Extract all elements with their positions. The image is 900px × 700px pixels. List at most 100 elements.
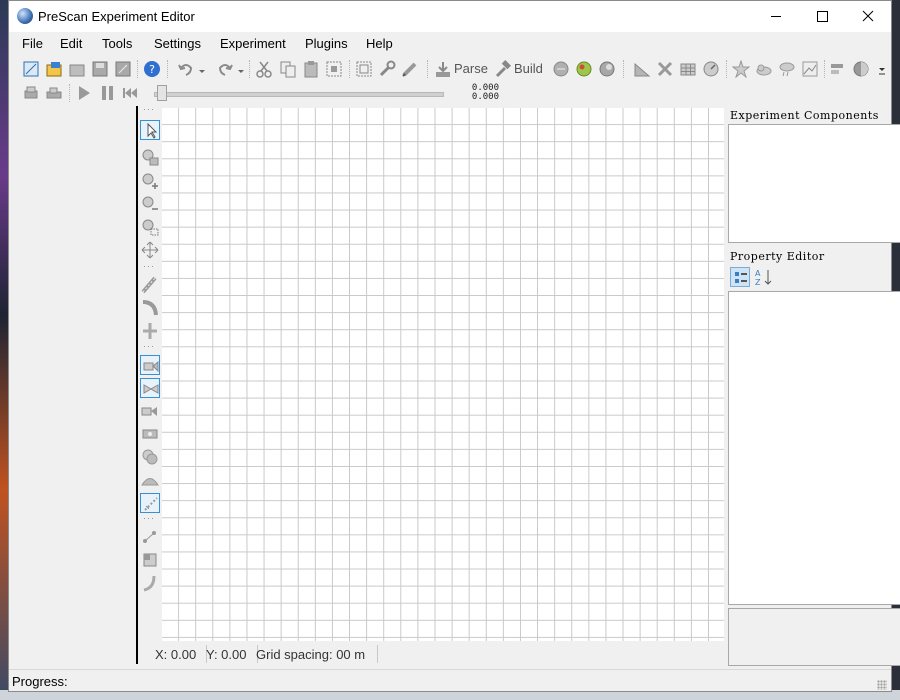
- canvas-status-bar: X: 0.00 Y: 0.00 Grid spacing: 00 m: [155, 643, 723, 665]
- toolbar-separator: [349, 60, 351, 78]
- y-coordinate: Y: 0.00: [206, 647, 247, 662]
- play-icon[interactable]: [75, 84, 93, 102]
- pause-icon[interactable]: [98, 84, 116, 102]
- viewer-icon[interactable]: [598, 60, 616, 78]
- terrain-icon[interactable]: [801, 60, 819, 78]
- grid-select-icon[interactable]: [355, 60, 373, 78]
- open-experiment-icon[interactable]: [45, 60, 63, 78]
- zoom-window-icon[interactable]: [140, 217, 160, 237]
- menu-settings[interactable]: Settings: [154, 36, 201, 51]
- grid-spacing: Grid spacing: 00 m: [256, 647, 366, 662]
- window-title: PreScan Experiment Editor: [38, 9, 195, 24]
- lidar-sensor-icon[interactable]: [140, 401, 160, 421]
- property-editor-title: Property Editor: [730, 250, 825, 263]
- object-sphere-icon[interactable]: [140, 447, 160, 467]
- save-as-icon[interactable]: [114, 60, 132, 78]
- property-description-box: [728, 608, 900, 666]
- weather-icon[interactable]: [755, 60, 773, 78]
- zoom-extents-icon[interactable]: [140, 147, 160, 167]
- trajectory-icon[interactable]: [140, 493, 160, 513]
- categorized-view-icon[interactable]: [730, 267, 750, 287]
- open-recent-icon[interactable]: [68, 60, 86, 78]
- align-icon[interactable]: [829, 60, 847, 78]
- run-simulation-icon[interactable]: [575, 60, 593, 78]
- title-bar: PreScan Experiment Editor: [9, 1, 891, 32]
- rain-icon[interactable]: [778, 60, 796, 78]
- toolbar-separator: [137, 60, 139, 78]
- ultrasonic-sensor-icon[interactable]: [140, 424, 160, 444]
- road-tool-icon[interactable]: [656, 60, 674, 78]
- tool-group-handle[interactable]: ···: [143, 341, 155, 351]
- timeline-slider-thumb[interactable]: [157, 85, 167, 101]
- cut-icon[interactable]: [255, 60, 273, 78]
- timeline-toolbar: [9, 81, 891, 105]
- zoom-out-icon[interactable]: [140, 194, 160, 214]
- menu-edit[interactable]: Edit: [60, 36, 82, 51]
- menu-help[interactable]: Help: [366, 36, 393, 51]
- build-label[interactable]: Build: [514, 61, 543, 76]
- experiment-components-tree[interactable]: [728, 124, 900, 243]
- toolbar-overflow-icon[interactable]: [877, 60, 887, 78]
- tool-group-handle[interactable]: ···: [143, 261, 155, 271]
- toolbar-separator: [623, 60, 625, 78]
- sphere-icon[interactable]: [852, 60, 870, 78]
- svg-text:A: A: [755, 269, 761, 278]
- parse-label[interactable]: Parse: [454, 61, 488, 76]
- property-grid[interactable]: [728, 291, 900, 605]
- tool-group-handle[interactable]: ···: [143, 513, 155, 523]
- pan-icon[interactable]: [140, 240, 160, 260]
- resize-grip-icon[interactable]: [877, 680, 887, 690]
- curved-path-icon[interactable]: [140, 573, 160, 593]
- timeline-slider-track[interactable]: [154, 92, 444, 97]
- car-front-icon[interactable]: [22, 84, 40, 102]
- menu-tools[interactable]: Tools: [102, 36, 132, 51]
- new-experiment-icon[interactable]: [22, 60, 40, 78]
- road-straight-icon[interactable]: [140, 275, 160, 295]
- menu-plugins[interactable]: Plugins: [305, 36, 348, 51]
- maximize-button[interactable]: [799, 1, 845, 32]
- road-curve-icon[interactable]: [140, 298, 160, 318]
- build-hammer-icon[interactable]: [493, 60, 511, 78]
- minimize-button[interactable]: [753, 1, 799, 32]
- select-all-icon[interactable]: [325, 60, 343, 78]
- undo-icon[interactable]: [177, 60, 195, 78]
- toolbar-separator: [249, 60, 251, 78]
- parse-icon[interactable]: [434, 60, 452, 78]
- zoom-in-icon[interactable]: [140, 171, 160, 191]
- gauge-icon[interactable]: [702, 60, 720, 78]
- radar-sensor-icon[interactable]: [140, 378, 160, 398]
- menu-file[interactable]: File: [22, 36, 43, 51]
- panel-divider[interactable]: [136, 106, 138, 664]
- progress-label: Progress:: [12, 674, 68, 689]
- copy-icon[interactable]: [279, 60, 297, 78]
- star-icon[interactable]: [732, 60, 750, 78]
- help-icon[interactable]: ?: [143, 60, 161, 78]
- road-junction-icon[interactable]: [140, 321, 160, 341]
- close-button[interactable]: [845, 1, 891, 32]
- redo-icon[interactable]: [216, 60, 234, 78]
- save-icon[interactable]: [91, 60, 109, 78]
- building-icon[interactable]: [140, 550, 160, 570]
- alphabetical-sort-icon[interactable]: AZ: [754, 267, 774, 287]
- tool-group-handle[interactable]: ···: [143, 104, 155, 114]
- main-toolbar: ? Parse Build: [9, 57, 891, 81]
- menu-experiment[interactable]: Experiment: [220, 36, 286, 51]
- path-node-icon[interactable]: [140, 527, 160, 547]
- regenerate-icon[interactable]: [552, 60, 570, 78]
- redo-dropdown-icon[interactable]: [237, 60, 245, 78]
- select-pointer-icon[interactable]: [140, 120, 160, 140]
- undo-dropdown-icon[interactable]: [198, 60, 206, 78]
- table-icon[interactable]: [679, 60, 697, 78]
- car-side-icon[interactable]: [45, 84, 63, 102]
- paste-icon[interactable]: [302, 60, 320, 78]
- toolbar-separator: [69, 84, 71, 102]
- wrench-icon[interactable]: [378, 60, 396, 78]
- measure-icon[interactable]: [633, 60, 651, 78]
- pencil-icon[interactable]: [401, 60, 419, 78]
- toolbar-separator: [167, 60, 169, 78]
- left-panel: [21, 106, 136, 664]
- object-dome-icon[interactable]: [140, 470, 160, 490]
- experiment-canvas[interactable]: [162, 108, 724, 641]
- rewind-icon[interactable]: [121, 84, 139, 102]
- camera-sensor-icon[interactable]: [140, 355, 160, 375]
